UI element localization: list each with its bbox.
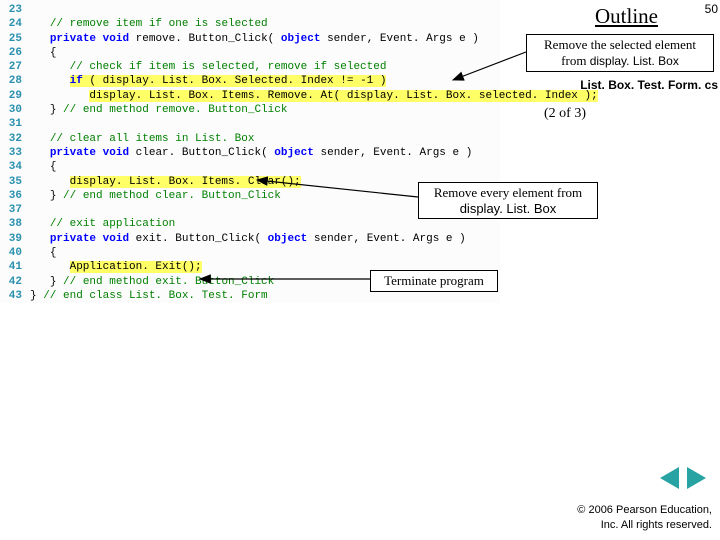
code-block: 23 24 // remove item if one is selected … [0,0,500,303]
callout-remove-all: Remove every element from display. List.… [418,182,598,219]
page-indicator: (2 of 3) [544,106,586,122]
callout-terminate: Terminate program [370,270,498,292]
prev-icon[interactable] [660,467,679,489]
nav-buttons [658,467,708,494]
outline-heading: Outline [595,4,658,29]
copyright: © 2006 Pearson Education, Inc. All right… [577,503,712,532]
file-name: List. Box. Test. Form. cs [580,78,718,92]
callout-remove-selected: Remove the selected element from display… [526,34,714,72]
next-icon[interactable] [687,467,706,489]
slide-number: 50 [705,2,718,16]
